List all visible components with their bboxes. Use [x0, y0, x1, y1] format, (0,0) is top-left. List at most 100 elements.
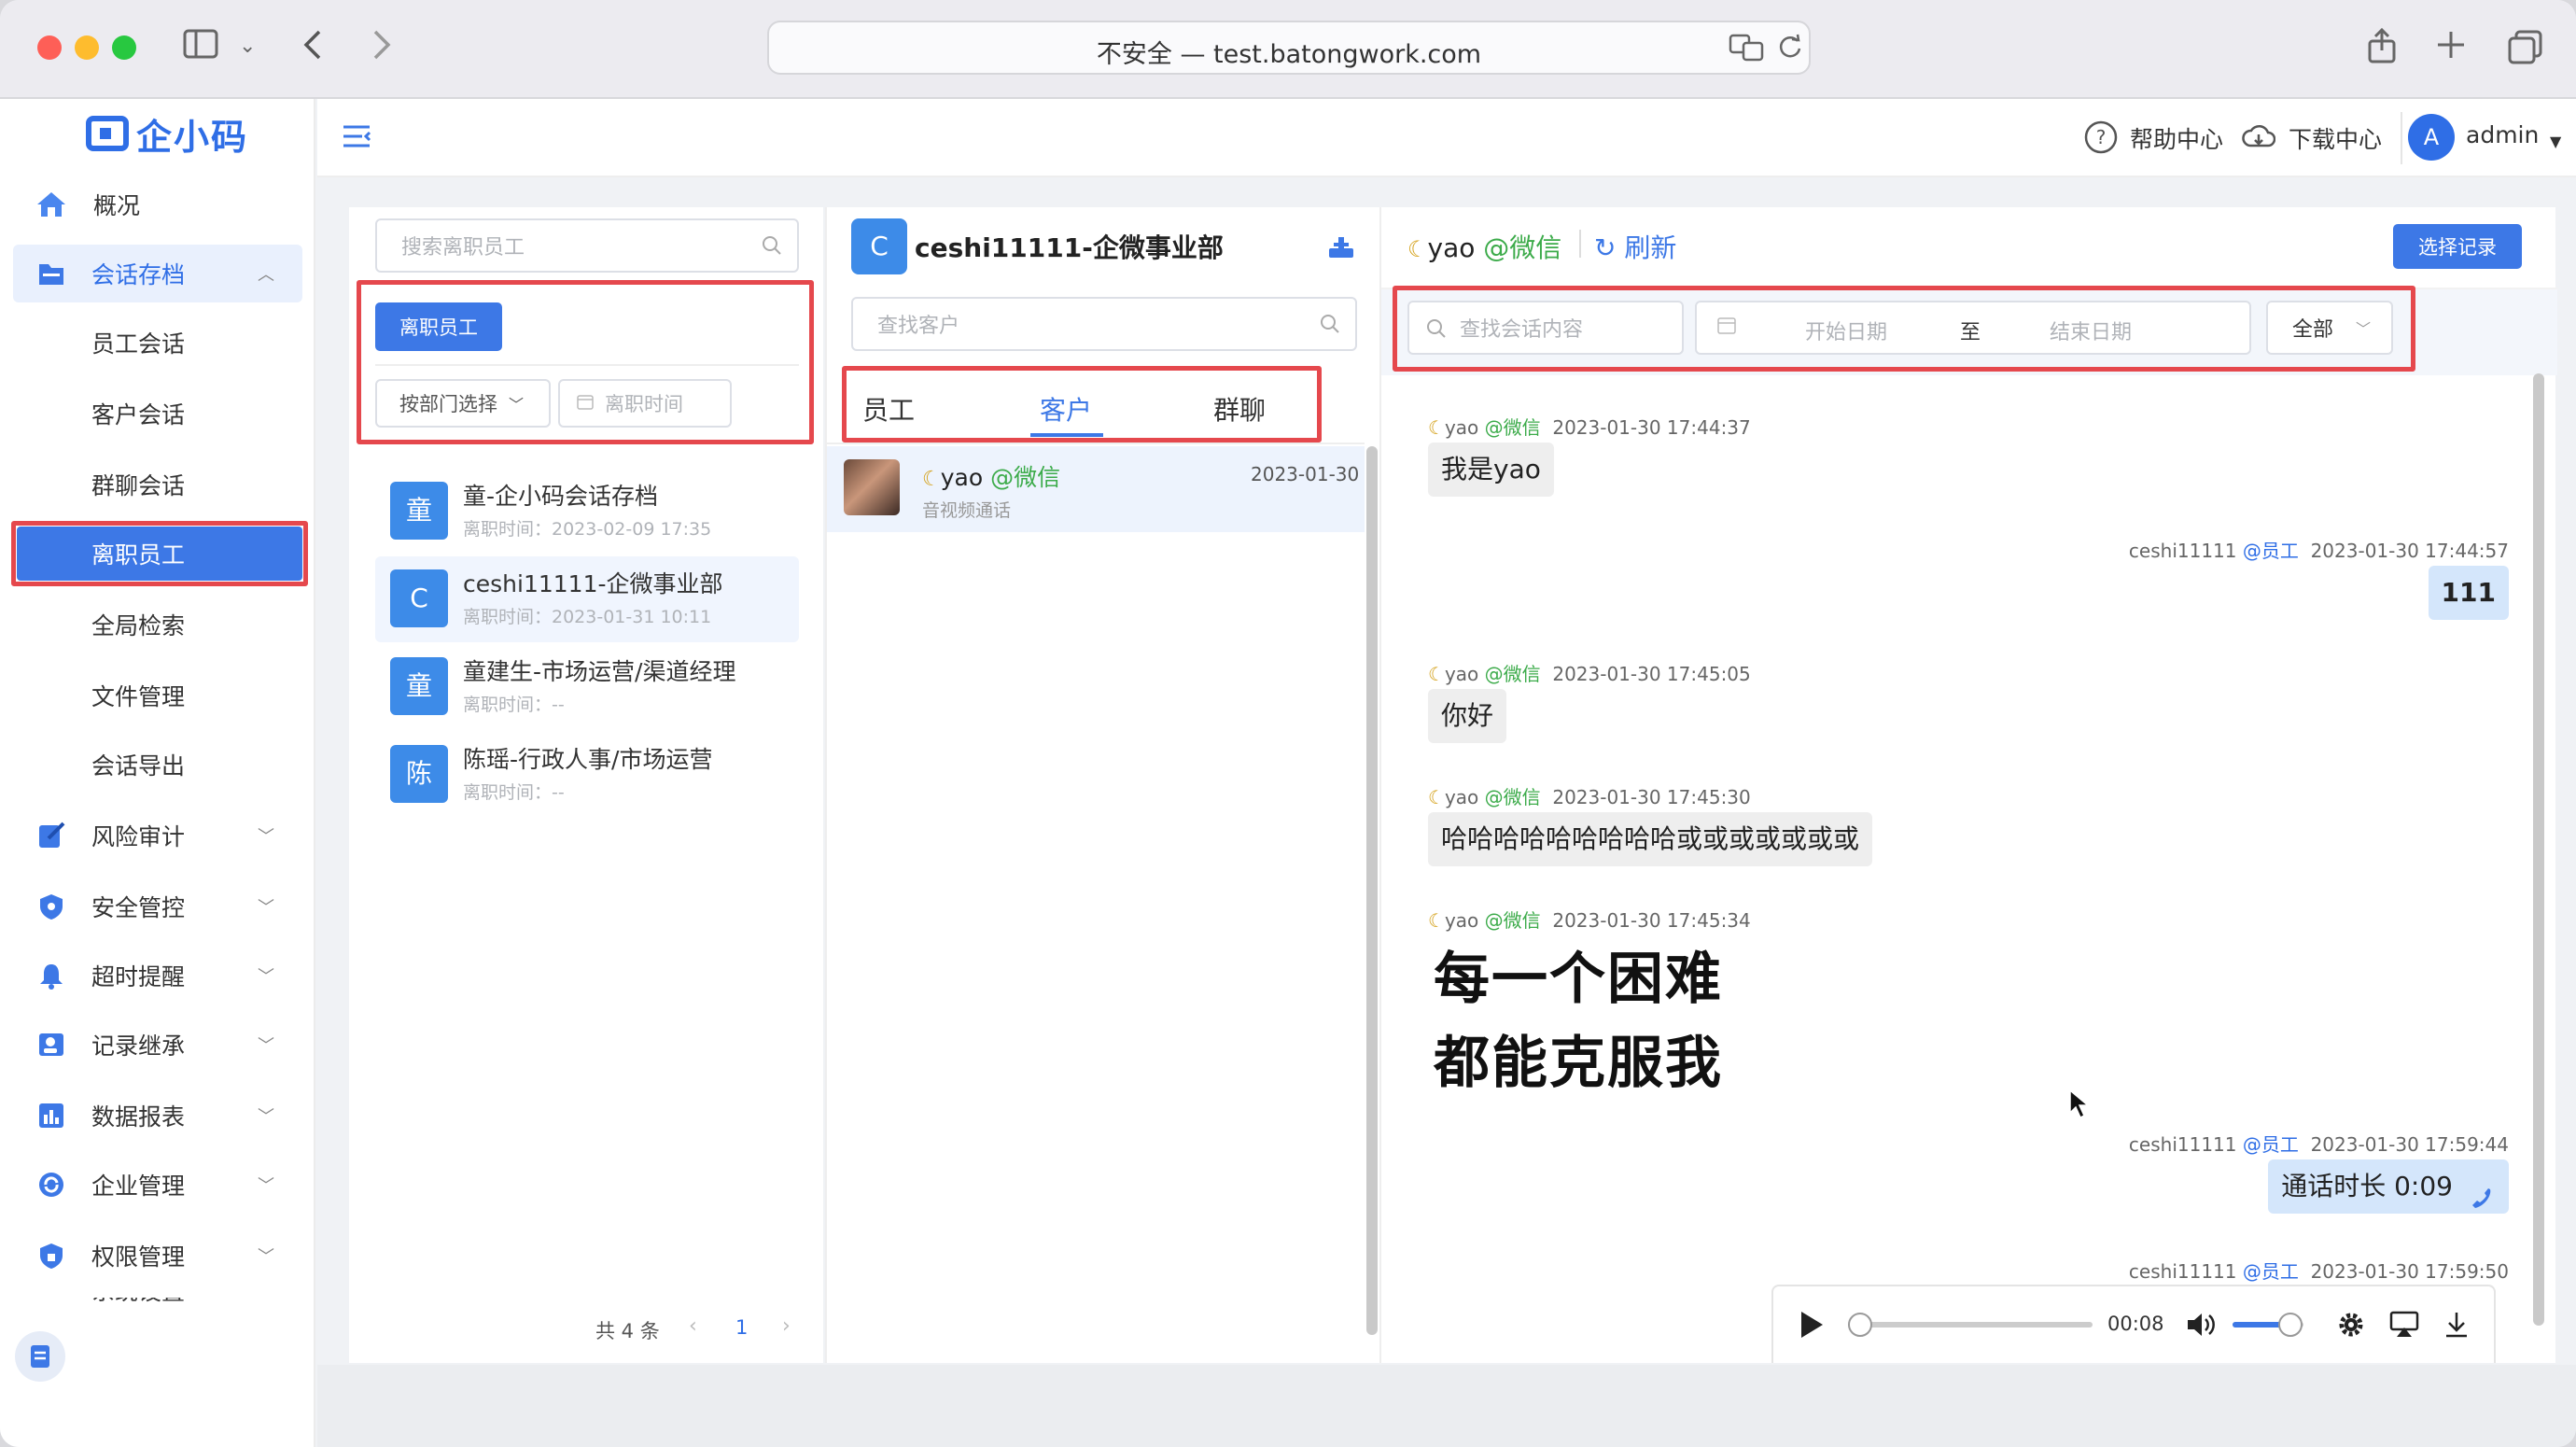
- calendar-icon: [1717, 316, 1736, 340]
- browser-toolbar: ⌄ 不安全 — test.batongwork.com: [0, 0, 2576, 99]
- sidebar-item-permission[interactable]: 权限管理 ﹀: [13, 1227, 302, 1285]
- caret-down-icon[interactable]: ▼: [2550, 133, 2561, 150]
- minimize-window-button[interactable]: [75, 35, 99, 60]
- message-meta: ceshi11111 @员工 2023-01-30 17:59:50: [2128, 1260, 2509, 1283]
- sidebar-item-archive[interactable]: 会话存档 ︿: [13, 245, 302, 302]
- employee-avatar: 童: [390, 657, 448, 715]
- document-fab-icon[interactable]: [15, 1331, 65, 1382]
- list-item[interactable]: 陈 陈瑶-行政人事/市场运营 离职时间：--: [375, 732, 799, 818]
- date-range-separator: 至: [1960, 321, 1981, 344]
- sidebar-item-global-search[interactable]: 全局检索: [13, 596, 302, 653]
- sidebar-item-settings-clipped[interactable]: 系统设置: [13, 1298, 302, 1318]
- resign-date-picker[interactable]: 离职时间: [558, 379, 732, 428]
- maximize-window-button[interactable]: [112, 35, 136, 60]
- sidebar-item-risk-audit[interactable]: 风险审计 ﹀: [13, 807, 302, 864]
- chevron-up-icon: ︿: [258, 265, 274, 285]
- user-avatar[interactable]: A: [2408, 114, 2455, 161]
- volume-icon[interactable]: [2186, 1311, 2218, 1342]
- sidebar-item-label: 权限管理: [91, 1243, 186, 1271]
- select-records-button[interactable]: 选择记录: [2393, 224, 2522, 269]
- list-item-selected[interactable]: ☾yao @微信 2023-01-30 音视频通话: [827, 446, 1365, 532]
- audio-progress-handle[interactable]: [1848, 1313, 1872, 1337]
- forward-icon[interactable]: [368, 28, 394, 70]
- refresh-icon: ↻: [1594, 232, 1617, 263]
- search-icon: [762, 235, 782, 261]
- sidebar-item-security[interactable]: 安全管控 ﹀: [13, 878, 302, 935]
- prev-page-icon[interactable]: ‹: [689, 1314, 697, 1338]
- sticker-image-text: 每一个困难 都能克服我: [1434, 947, 1723, 1096]
- sidebar-item-employee-chat[interactable]: 员工会话: [13, 314, 302, 372]
- crescent-emoji-icon: ☾: [1428, 416, 1445, 439]
- sidebar-item-customer-chat[interactable]: 客户会话: [13, 385, 302, 443]
- volume-handle[interactable]: [2277, 1313, 2303, 1337]
- sidebar-item-enterprise[interactable]: 企业管理 ﹀: [13, 1156, 302, 1214]
- page-number[interactable]: 1: [735, 1316, 748, 1339]
- employee-name: 陈瑶-行政人事/市场运营: [463, 746, 713, 773]
- placeholder: [13, 99, 302, 157]
- sidebar-item-timeout[interactable]: 超时提醒 ﹀: [13, 947, 302, 1004]
- tab-active-indicator: [1030, 433, 1103, 437]
- conversation-search-input[interactable]: 查找会话内容: [1407, 301, 1684, 355]
- header-divider: [2401, 112, 2402, 164]
- refresh-button[interactable]: ↻ 刷新: [1594, 228, 1676, 265]
- tabs-overview-icon[interactable]: [2507, 28, 2544, 74]
- employee-name: ceshi11111-企微事业部: [463, 570, 723, 597]
- sidebar-item-file-manage[interactable]: 文件管理: [13, 667, 302, 724]
- sidebar-item-export[interactable]: 会话导出: [13, 736, 302, 794]
- crescent-emoji-icon: ☾: [1428, 909, 1445, 932]
- play-icon[interactable]: [1798, 1309, 1826, 1344]
- resigned-tab-button[interactable]: 离职员工: [375, 302, 502, 351]
- user-name[interactable]: admin: [2466, 121, 2539, 148]
- audio-progress-track[interactable]: [1855, 1322, 2093, 1328]
- customer-search-input[interactable]: 查找客户: [851, 297, 1357, 351]
- sidebar-item-inherit[interactable]: 记录继承 ﹀: [13, 1016, 302, 1074]
- message-type-select[interactable]: 全部 ﹀: [2266, 301, 2393, 355]
- chevron-down-icon: ﹀: [258, 898, 274, 918]
- sidebar-item-group-chat[interactable]: 群聊会话: [13, 456, 302, 513]
- divider: [1579, 230, 1581, 258]
- download-center-link[interactable]: 下载中心: [2289, 121, 2382, 155]
- department-select[interactable]: 按部门选择 ﹀: [375, 379, 551, 428]
- sidebar-item-overview[interactable]: 概况: [13, 176, 302, 233]
- list-item-selected[interactable]: C ceshi11111-企微事业部 离职时间：2023-01-31 10:11: [375, 556, 799, 642]
- share-icon[interactable]: [2367, 27, 2397, 74]
- list-item[interactable]: 童 童-企小码会话存档 离职时间：2023-02-09 17:35: [375, 469, 799, 555]
- help-center-link[interactable]: 帮助中心: [2130, 121, 2223, 155]
- resigned-search-input[interactable]: 搜索离职员工: [375, 218, 799, 273]
- chevron-down-icon: ﹀: [258, 1247, 274, 1267]
- tab-group[interactable]: 群聊: [1213, 390, 1266, 428]
- sidebar-item-resigned[interactable]: 离职员工: [17, 527, 302, 581]
- settings-gear-icon[interactable]: [2337, 1311, 2365, 1342]
- chevron-down-icon: ﹀: [509, 396, 525, 414]
- chevron-down-icon[interactable]: ⌄: [239, 28, 256, 65]
- employee-title: ceshi11111-企微事业部: [915, 232, 1224, 263]
- search-icon: [1426, 318, 1447, 344]
- new-tab-icon[interactable]: [2436, 28, 2466, 70]
- cloud-download-icon[interactable]: [2242, 121, 2276, 157]
- crescent-emoji-icon: ☾: [1428, 663, 1445, 685]
- back-icon[interactable]: [301, 28, 327, 70]
- sidebar-item-reports[interactable]: 数据报表 ﹀: [13, 1087, 302, 1145]
- divider: [375, 364, 799, 366]
- date-range-picker[interactable]: 开始日期 至 结束日期: [1695, 301, 2251, 355]
- search-icon: [1320, 314, 1340, 340]
- folder-icon: [37, 260, 65, 287]
- menu-fold-icon[interactable]: [342, 121, 371, 155]
- contact-list-scrollbar[interactable]: [1366, 446, 1378, 1335]
- airplay-icon[interactable]: [2389, 1311, 2419, 1342]
- chevron-down-icon: ﹀: [2356, 320, 2372, 338]
- reload-icon[interactable]: [1777, 34, 1803, 65]
- tab-employee[interactable]: 员工: [862, 390, 915, 428]
- tab-customer[interactable]: 客户: [1040, 390, 1092, 428]
- sidebar-toggle-icon[interactable]: [183, 28, 220, 70]
- conversation-scrollbar[interactable]: [2533, 373, 2544, 1326]
- transfer-icon[interactable]: [1327, 233, 1355, 265]
- next-page-icon[interactable]: ›: [782, 1314, 791, 1338]
- help-icon[interactable]: ?: [2083, 119, 2119, 159]
- address-bar[interactable]: 不安全 — test.batongwork.com: [767, 21, 1811, 75]
- close-window-button[interactable]: [37, 35, 62, 60]
- list-item[interactable]: 童 童建生-市场运营/渠道经理 离职时间：--: [375, 644, 799, 730]
- translate-icon[interactable]: [1729, 34, 1766, 67]
- download-icon[interactable]: [2443, 1311, 2470, 1342]
- refresh-icon: [37, 1171, 65, 1199]
